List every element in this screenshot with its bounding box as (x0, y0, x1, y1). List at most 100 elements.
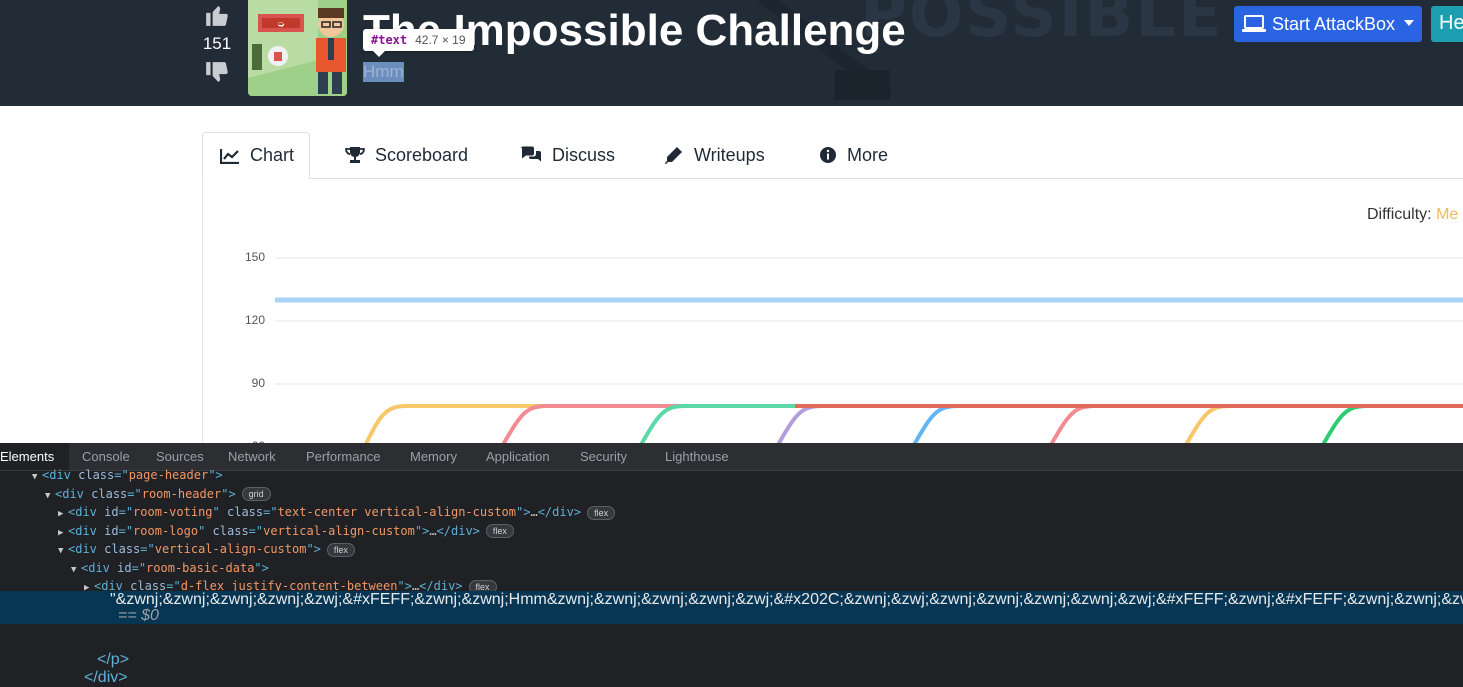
dom-punct: =" (118, 523, 134, 538)
dom-punct: =" (140, 542, 155, 556)
difficulty-value: Me (1436, 206, 1459, 223)
dom-punct: =" (263, 505, 278, 519)
dom-close-tag-div: </div> (84, 669, 128, 686)
dom-punct: " (414, 523, 423, 538)
laptop-icon (1242, 15, 1266, 32)
start-attackbox-label: Start AttackBox (1272, 13, 1396, 34)
tab-writeups-label: Writeups (694, 144, 765, 165)
dom-tree-row[interactable]: ▼ <div class="room-header"> grid (0, 485, 1463, 503)
tab-chart-label: Chart (250, 145, 295, 165)
dom-layout-badge[interactable]: flex (326, 542, 355, 557)
difficulty-label: Difficulty: (1367, 206, 1432, 223)
dom-punct: =" (131, 560, 147, 575)
tab-more[interactable]: More (819, 132, 888, 178)
dom-tree-row[interactable]: ▼ <div class="page-header"> (0, 466, 1463, 484)
tooltip-arrow (373, 51, 385, 57)
dom-tree-row[interactable]: ▼ <div class="vertical-align-custom"> flex (0, 540, 1463, 558)
dom-attr-value: text-center vertical-align-custom (277, 505, 516, 519)
dom-attr-name: class (78, 468, 115, 482)
dom-ellipsis: … (429, 523, 437, 538)
help-button[interactable]: He (1431, 6, 1463, 42)
dom-attr-value: vertical-align-custom (154, 542, 307, 556)
expand-triangle-icon[interactable]: ▼ (71, 561, 81, 579)
dom-attr-name: class (91, 486, 128, 501)
dom-tree-row[interactable]: ▼ <div id="room-basic-data"> (0, 559, 1463, 577)
dom-attr-name: class (212, 523, 249, 538)
dom-attr-value: room-logo (133, 523, 199, 538)
dom-punct: =" (118, 505, 134, 519)
dom-punct: =" (248, 523, 264, 538)
dom-tree-row[interactable]: ▶ <div id="room-logo" class="vertical-ali… (0, 522, 1463, 540)
tab-more-label: More (847, 144, 889, 165)
dom-close-tag-p: </p> (97, 651, 130, 668)
dom-tag-close: </div> (537, 505, 582, 519)
inspect-tooltip: #text 42.7 × 19 (363, 29, 474, 57)
pen-icon (665, 147, 682, 164)
dom-punct: " (212, 505, 220, 519)
thumbs-down-icon[interactable] (204, 60, 230, 86)
tab-discuss[interactable]: Discuss (520, 132, 615, 178)
vote-count: 151 (202, 34, 232, 53)
dom-tag-open: <div (68, 523, 97, 538)
series-line (1181, 404, 1463, 451)
dom-tag-open: <div (68, 542, 97, 556)
dom-punct: =" (114, 468, 129, 482)
dom-attr-name: class (227, 505, 264, 519)
dom-punct: =" (127, 486, 142, 501)
room-description: Hmm (363, 62, 404, 82)
dom-punct: > (261, 560, 269, 575)
room-logo: ➭ (248, 0, 347, 96)
collapse-triangle-icon[interactable]: ▶ (58, 524, 68, 542)
chevron-down-icon[interactable] (1404, 20, 1414, 26)
room-logo-illustration: ➭ (248, 0, 347, 96)
dom-selected-ref: == $0 (118, 607, 159, 624)
room-voting: 151 (200, 2, 234, 86)
dom-space (205, 524, 212, 538)
header-watermark-text: POSSIBLE (860, 0, 1224, 52)
dom-tag-open: <div (81, 560, 110, 575)
dom-attr-value: room-basic-data (146, 560, 255, 575)
expand-triangle-icon[interactable]: ▼ (45, 487, 55, 505)
dom-tree-row[interactable]: ▶ <div id="room-voting" class="text-cente… (0, 503, 1463, 521)
series-line (909, 404, 1463, 451)
dom-layout-badge[interactable]: grid (241, 487, 271, 501)
info-icon (820, 147, 836, 163)
tab-chart[interactable]: Chart (202, 132, 310, 179)
dom-tag-open: <div (55, 486, 84, 501)
comments-icon (521, 146, 541, 162)
expand-triangle-icon[interactable]: ▼ (32, 468, 42, 486)
series-line (636, 404, 1463, 451)
collapse-triangle-icon[interactable]: ▶ (58, 505, 68, 523)
tab-scoreboard[interactable]: Scoreboard (345, 132, 468, 178)
dom-punct: " (254, 560, 262, 575)
start-attackbox-button[interactable]: Start AttackBox (1234, 6, 1422, 42)
room-tab-bar: Chart Scoreboard Discuss Writeups More (202, 132, 1463, 179)
difficulty-indicator: Difficulty: Me (1367, 206, 1458, 224)
room-chart: 150 120 90 60 (235, 240, 1463, 453)
tooltip-node-name: #text (371, 33, 408, 47)
dom-punct: "> (208, 468, 223, 482)
dom-layout-badge[interactable]: flex (587, 505, 616, 520)
dom-space (220, 505, 227, 519)
thumbs-up-icon[interactable] (204, 2, 230, 28)
dom-attr-value: room-header (141, 486, 222, 501)
series-line (773, 404, 1463, 451)
line-chart-icon (220, 148, 239, 164)
dom-attr-value: vertical-align-custom (263, 523, 415, 538)
y-tick-label: 120 (244, 313, 265, 327)
expand-triangle-icon[interactable]: ▼ (58, 542, 68, 560)
tab-writeups[interactable]: Writeups (664, 132, 765, 178)
devtools-panel: Elements Console Sources Network Perform… (0, 443, 1463, 687)
room-description-text: Hmm (363, 62, 404, 81)
tooltip-node-size: 42.7 × 19 (415, 33, 466, 47)
chart-plot (275, 257, 1463, 451)
dom-punct: > (228, 486, 236, 501)
svg-text:➭: ➭ (277, 20, 285, 30)
y-tick-label: 90 (251, 376, 265, 390)
dom-tag-close: </div> (436, 523, 480, 538)
dom-punct: " (306, 542, 314, 556)
dom-layout-badge[interactable]: flex (485, 524, 514, 538)
dom-selected-node[interactable]: "&zwnj;&zwnj;&zwnj;&zwnj;&zwj;&#xFEFF;&z… (0, 591, 1463, 624)
tab-scoreboard-label: Scoreboard (375, 144, 469, 165)
dom-attr-value: page-header (128, 468, 209, 482)
